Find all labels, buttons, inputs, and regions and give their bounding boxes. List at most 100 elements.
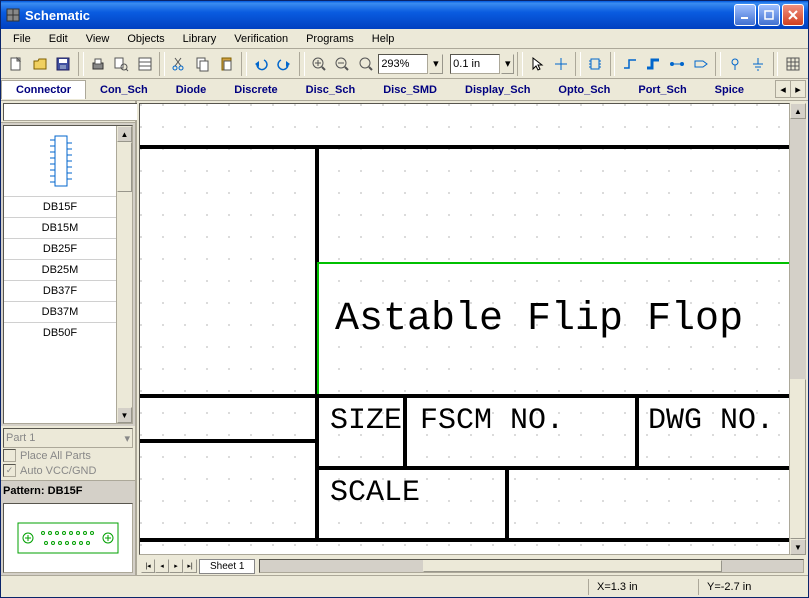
zoom-in-icon[interactable] <box>308 52 331 76</box>
titleblock-selected-line <box>317 262 319 396</box>
titleblock-size-label: SIZE <box>330 404 402 438</box>
toolbar: ▾ ▾ <box>1 49 808 79</box>
scroll-down-icon[interactable]: ▼ <box>117 407 132 423</box>
ground-icon[interactable] <box>747 52 770 76</box>
minimize-button[interactable] <box>734 4 756 26</box>
menu-verification[interactable]: Verification <box>226 31 296 47</box>
titleblock-line <box>505 466 509 540</box>
part-symbol <box>4 126 116 196</box>
tab-disc-sch[interactable]: Disc_Sch <box>292 80 370 99</box>
schematic-canvas[interactable]: Astable Flip Flop <box>139 103 790 555</box>
parts-panel: DB15F DB15M DB25F DB25M DB37F DB37M DB50… <box>1 101 137 575</box>
titleblock-dwg-label: DWG NO. <box>648 404 774 438</box>
power-icon[interactable] <box>724 52 747 76</box>
grid-input[interactable] <box>450 54 500 74</box>
sheet-next-icon[interactable]: ▸ <box>169 559 183 573</box>
component-icon[interactable] <box>584 52 607 76</box>
preview-icon[interactable] <box>110 52 133 76</box>
auto-vcc-checkbox[interactable]: ✓ <box>3 464 16 477</box>
zoom-input[interactable] <box>378 54 428 74</box>
tab-scroll-right[interactable]: ▸ <box>790 80 806 98</box>
titleblock-line <box>140 145 790 149</box>
titleblock-line <box>140 538 790 542</box>
zoom-dropdown[interactable]: ▾ <box>429 54 442 74</box>
status-x: X=1.3 in <box>588 579 698 595</box>
sheet-bar: |◂ ◂ ▸ ▸| Sheet 1 <box>137 557 808 575</box>
part-item[interactable]: DB25F <box>4 238 116 259</box>
pointer-icon[interactable] <box>526 52 549 76</box>
grid-dropdown[interactable]: ▾ <box>501 54 514 74</box>
canvas-hscrollbar[interactable] <box>259 559 804 573</box>
port-icon[interactable] <box>689 52 712 76</box>
copy-icon[interactable] <box>192 52 215 76</box>
footprint-preview <box>3 503 133 573</box>
menu-view[interactable]: View <box>78 31 118 47</box>
titles-icon[interactable] <box>134 52 157 76</box>
sheet-last-icon[interactable]: ▸| <box>183 559 197 573</box>
tab-discrete[interactable]: Discrete <box>220 80 291 99</box>
wire-icon[interactable] <box>618 52 641 76</box>
tab-connector[interactable]: Connector <box>1 80 86 99</box>
part-gate-dropdown[interactable]: Part 1▾ <box>3 428 133 448</box>
titleblock-line <box>317 466 790 470</box>
pattern-label: Pattern: DB15F <box>1 480 135 501</box>
tab-spice[interactable]: Spice <box>701 80 758 99</box>
titleblock-line <box>140 394 319 398</box>
titleblock-selected-line <box>317 262 790 264</box>
paste-icon[interactable] <box>215 52 238 76</box>
sheet-prev-icon[interactable]: ◂ <box>155 559 169 573</box>
status-y: Y=-2.7 in <box>698 579 808 595</box>
close-button[interactable] <box>782 4 804 26</box>
tab-opto-sch[interactable]: Opto_Sch <box>544 80 624 99</box>
zoom-fit-icon[interactable] <box>355 52 378 76</box>
place-all-checkbox[interactable] <box>3 449 16 462</box>
cut-icon[interactable] <box>168 52 191 76</box>
tab-display-sch[interactable]: Display_Sch <box>451 80 544 99</box>
part-item[interactable]: DB25M <box>4 259 116 280</box>
window-title: Schematic <box>25 8 734 23</box>
tab-port-sch[interactable]: Port_Sch <box>624 80 700 99</box>
scroll-up-icon[interactable]: ▲ <box>790 103 806 119</box>
tab-disc-smd[interactable]: Disc_SMD <box>369 80 451 99</box>
sheet-first-icon[interactable]: |◂ <box>141 559 155 573</box>
tab-diode[interactable]: Diode <box>162 80 221 99</box>
part-filter-input[interactable] <box>3 103 147 121</box>
print-icon[interactable] <box>87 52 110 76</box>
part-item[interactable]: DB50F <box>4 322 116 343</box>
parts-scrollbar[interactable]: ▲ ▼ <box>116 126 132 423</box>
part-item[interactable]: DB37F <box>4 280 116 301</box>
open-icon[interactable] <box>29 52 52 76</box>
titlebar: Schematic <box>1 1 808 29</box>
menu-edit[interactable]: Edit <box>41 31 76 47</box>
menu-file[interactable]: File <box>5 31 39 47</box>
grid-icon[interactable] <box>781 52 804 76</box>
crosshair-icon[interactable] <box>550 52 573 76</box>
sheet-tab[interactable]: Sheet 1 <box>199 559 255 574</box>
titleblock-scale-label: SCALE <box>330 476 420 510</box>
library-tabbar: Connector Con_Sch Diode Discrete Disc_Sc… <box>1 79 808 101</box>
menu-library[interactable]: Library <box>175 31 225 47</box>
titleblock-title: Astable Flip Flop <box>335 297 743 342</box>
menu-objects[interactable]: Objects <box>119 31 172 47</box>
bus-icon[interactable] <box>642 52 665 76</box>
part-gate-label: Part 1 <box>6 432 35 444</box>
save-icon[interactable] <box>52 52 75 76</box>
tab-con-sch[interactable]: Con_Sch <box>86 80 162 99</box>
scroll-down-icon[interactable]: ▼ <box>790 539 806 555</box>
part-item[interactable]: DB37M <box>4 301 116 322</box>
undo-icon[interactable] <box>250 52 273 76</box>
titleblock-line <box>403 396 407 468</box>
net-icon[interactable] <box>666 52 689 76</box>
canvas-vscrollbar[interactable]: ▲ ▼ <box>790 103 806 555</box>
part-item[interactable]: DB15F <box>4 196 116 217</box>
maximize-button[interactable] <box>758 4 780 26</box>
menu-programs[interactable]: Programs <box>298 31 362 47</box>
scroll-up-icon[interactable]: ▲ <box>117 126 132 142</box>
menu-help[interactable]: Help <box>364 31 403 47</box>
app-icon <box>5 7 21 23</box>
part-item[interactable]: DB15M <box>4 217 116 238</box>
zoom-out-icon[interactable] <box>331 52 354 76</box>
new-icon[interactable] <box>5 52 28 76</box>
redo-icon[interactable] <box>273 52 296 76</box>
tab-scroll-left[interactable]: ◂ <box>775 80 791 98</box>
